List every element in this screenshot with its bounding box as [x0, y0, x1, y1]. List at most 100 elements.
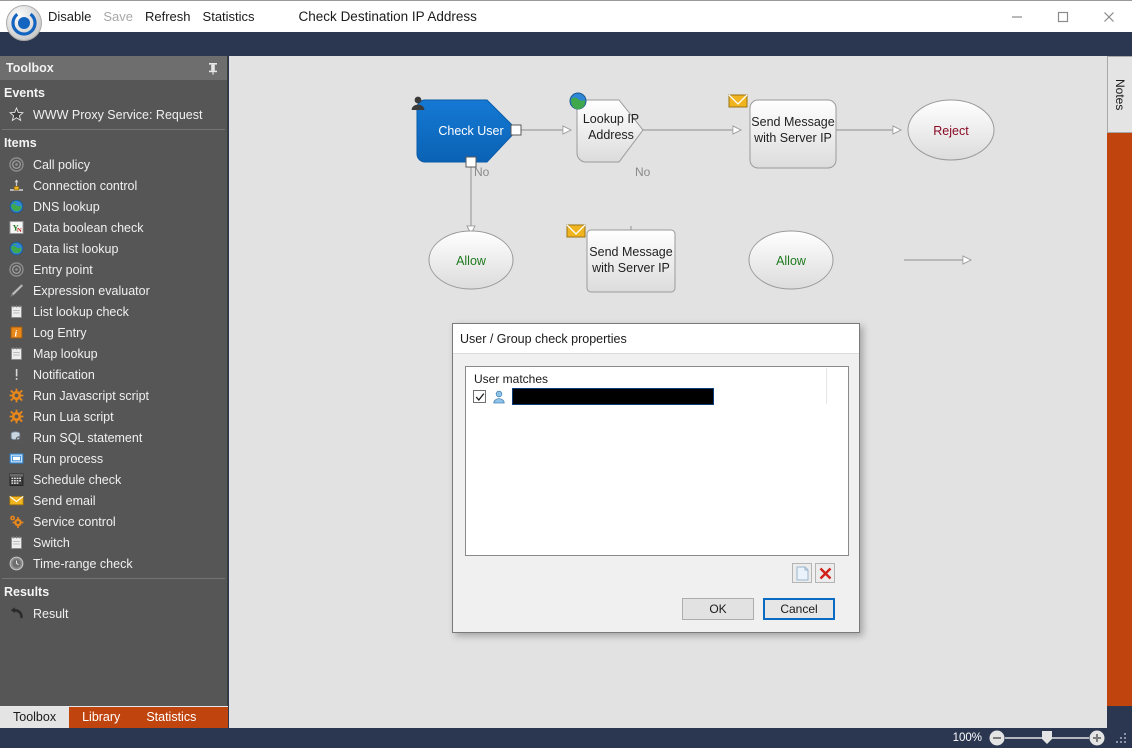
toolbox-item-result[interactable]: Result [0, 603, 227, 624]
notes-tab[interactable]: Notes [1107, 56, 1132, 133]
toolbox-title: Toolbox [6, 61, 54, 75]
toolbox-item-run-javascript-script[interactable]: Run Javascript script [0, 385, 227, 406]
flow-node-allow-right[interactable]: Allow [748, 230, 834, 290]
toolbox-item-run-process[interactable]: Run process [0, 448, 227, 469]
tab-statistics[interactable]: Statistics [133, 707, 209, 728]
gear-icon [8, 409, 24, 425]
toolbox-item-label: Run SQL statement [33, 430, 143, 445]
toolbox-item-data-list-lookup[interactable]: Data list lookup [0, 238, 227, 259]
flow-node-lookup-ip-address[interactable]: Lookup IP Address [569, 92, 644, 163]
toolbox-item-dns-lookup[interactable]: DNS lookup [0, 196, 227, 217]
sidebar-tabs: Toolbox Library Statistics [0, 706, 228, 728]
flow-node-label-line1: Send Message [589, 245, 672, 259]
resize-grip-icon[interactable] [1114, 731, 1128, 745]
sql-icon [8, 430, 24, 446]
maximize-icon[interactable] [1040, 1, 1086, 33]
menu-item-refresh[interactable]: Refresh [145, 9, 191, 24]
toolbox-item-time-range-check[interactable]: Time-range check [0, 553, 227, 574]
node-handle-right[interactable] [510, 124, 522, 136]
menu-item-disable[interactable]: Disable [48, 9, 91, 24]
toolbox-item-run-lua-script[interactable]: Run Lua script [0, 406, 227, 427]
flow-node-check-user[interactable]: Check User [411, 96, 522, 168]
new-item-button[interactable] [792, 563, 812, 583]
user-icon [491, 389, 507, 405]
notepad-icon [8, 346, 24, 362]
toolbox-item-label: WWW Proxy Service: Request [33, 107, 203, 122]
group-title-events: Events [4, 86, 45, 100]
flow-node-label-line2: with Server IP [591, 261, 670, 275]
flow-node-send-message-top[interactable]: Send Message with Server IP [728, 94, 837, 169]
node-handle-bottom[interactable] [465, 156, 477, 168]
toolbox-item-data-boolean-check[interactable]: Y N Data boolean check [0, 217, 227, 238]
flow-node-label-line2: Address [588, 128, 634, 142]
target-icon [8, 262, 24, 278]
tab-toolbox[interactable]: Toolbox [0, 707, 70, 728]
toolbox-item-notification[interactable]: Notification [0, 364, 227, 385]
application-window: Disable Save Refresh Statistics Check De… [0, 0, 1132, 748]
minus-circle-icon [989, 730, 1005, 746]
toolbox-item-www-proxy-service-request[interactable]: WWW Proxy Service: Request [0, 104, 227, 125]
list-item[interactable] [466, 388, 848, 405]
toolbox-item-list-lookup-check[interactable]: List lookup check [0, 301, 227, 322]
calendar-icon [8, 472, 24, 488]
toolbox-item-log-entry[interactable]: i Log Entry [0, 322, 227, 343]
toolbox-item-map-lookup[interactable]: Map lookup [0, 343, 227, 364]
flow-node-reject[interactable]: Reject [907, 99, 995, 161]
toolbox-item-switch[interactable]: Switch [0, 532, 227, 553]
flow-node-send-message-bottom[interactable]: Send Message with Server IP [566, 224, 676, 293]
toolbox-item-label: Call policy [33, 157, 90, 172]
toolbox-header: Toolbox [0, 56, 227, 80]
user-matches-header: User matches [474, 372, 549, 386]
toolbox-item-label: Run process [33, 451, 104, 466]
dialog-buttons: OK Cancel [465, 598, 847, 620]
envelope-icon [728, 94, 748, 108]
toolbox-item-label: List lookup check [33, 304, 129, 319]
toolbox-item-label: Connection control [33, 178, 138, 193]
toolbox-item-connection-control[interactable]: Connection control [0, 175, 227, 196]
toolbox-item-label: Send email [33, 493, 96, 508]
toolbox-item-run-sql-statement[interactable]: Run SQL statement [0, 427, 227, 448]
toolbox-item-label: Entry point [33, 262, 93, 277]
process-icon [8, 451, 24, 467]
row-checkbox[interactable] [473, 390, 486, 403]
toolbox-item-label: Run Javascript script [33, 388, 150, 403]
flow-node-allow-left[interactable]: Allow [428, 230, 514, 290]
toolbox-item-call-policy[interactable]: Call policy [0, 154, 227, 175]
minimize-icon[interactable] [994, 1, 1040, 33]
edge-label-lookup-ip-no: No [635, 165, 651, 179]
redacted-user-value[interactable] [512, 388, 714, 405]
zoom-slider[interactable] [988, 729, 1106, 747]
flow-node-label-line2: with Server IP [753, 131, 832, 145]
toolbox-item-label: Expression evaluator [33, 283, 150, 298]
globe-icon [8, 199, 24, 215]
flow-node-label: Check User [438, 124, 503, 138]
toolbox-item-service-control[interactable]: Service control [0, 511, 227, 532]
gear-icon [8, 388, 24, 404]
toolbox-item-send-email[interactable]: Send email [0, 490, 227, 511]
svg-text:N: N [17, 227, 22, 234]
pencil-icon [8, 283, 24, 299]
toolbox-item-schedule-check[interactable]: Schedule check [0, 469, 227, 490]
toolbox-item-label: Map lookup [33, 346, 98, 361]
status-bar: 100% [0, 728, 1132, 748]
flow-node-label-line1: Lookup IP [583, 112, 639, 126]
toolbox-item-label: DNS lookup [33, 199, 100, 214]
window-controls [994, 1, 1132, 33]
envelope-icon [8, 493, 24, 509]
pin-icon[interactable] [205, 60, 221, 76]
cancel-button[interactable]: Cancel [763, 598, 835, 620]
notepad-icon [8, 304, 24, 320]
column-divider[interactable] [826, 368, 827, 404]
menu-item-statistics[interactable]: Statistics [203, 9, 255, 24]
dialog-body: User matches OK Cancel [453, 354, 859, 632]
toolbox-item-label: Data boolean check [33, 220, 144, 235]
tab-library[interactable]: Library [69, 707, 133, 728]
delete-item-button[interactable] [815, 563, 835, 583]
dialog-tool-buttons [465, 563, 847, 583]
close-icon[interactable] [1086, 1, 1132, 33]
toolbox-item-expression-evaluator[interactable]: Expression evaluator [0, 280, 227, 301]
right-accent-strip [1107, 56, 1132, 706]
toolbox-item-entry-point[interactable]: Entry point [0, 259, 227, 280]
user-matches-listbox[interactable]: User matches [465, 366, 849, 556]
ok-button[interactable]: OK [682, 598, 754, 620]
